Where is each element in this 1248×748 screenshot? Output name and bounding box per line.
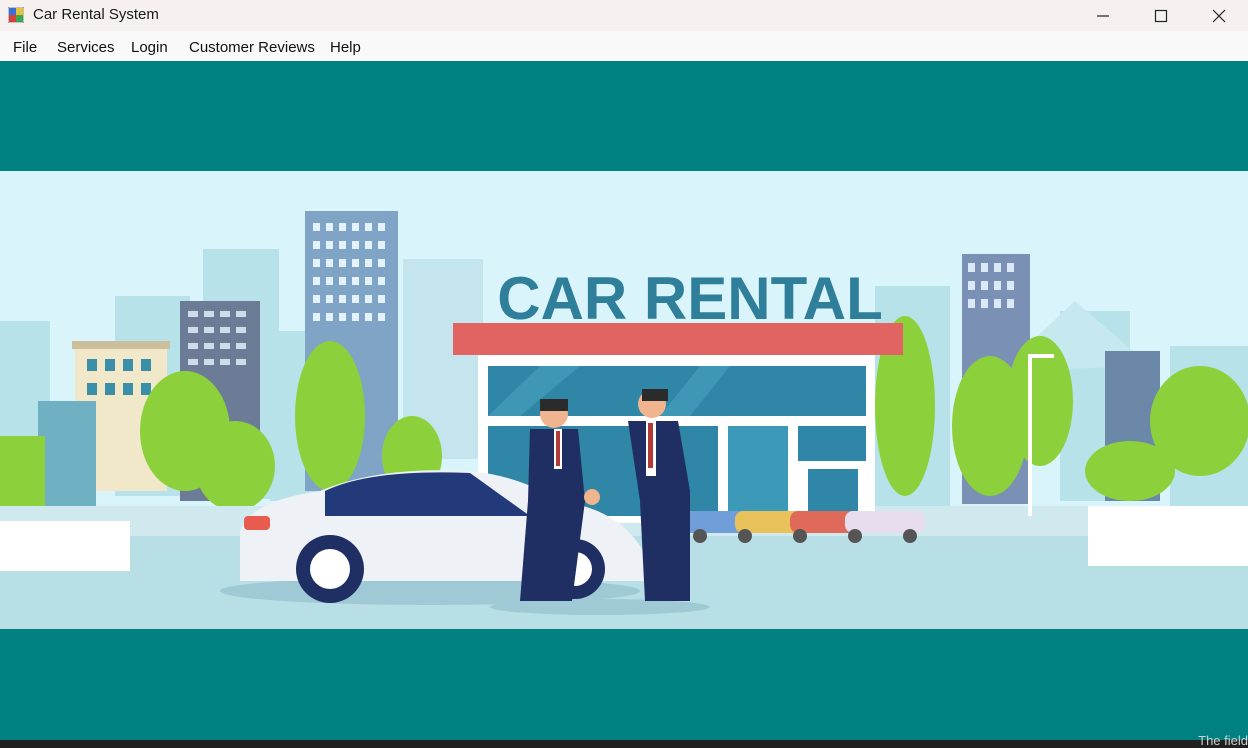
close-icon bbox=[1212, 9, 1226, 22]
menu-help[interactable]: Help bbox=[330, 39, 361, 56]
maximize-icon bbox=[1154, 9, 1168, 22]
menu-file[interactable]: File bbox=[13, 39, 37, 56]
minimize-icon bbox=[1097, 14, 1109, 17]
window-title: Car Rental System bbox=[33, 6, 159, 23]
app-window: Car Rental System File Services Login Cu… bbox=[0, 0, 1248, 740]
sign-text: CAR RENTAL bbox=[497, 265, 883, 332]
menu-login[interactable]: Login bbox=[131, 39, 168, 56]
car-rental-banner-image: CAR RENTAL bbox=[0, 171, 1248, 629]
maximize-button[interactable] bbox=[1132, 0, 1190, 31]
app-icon bbox=[8, 7, 24, 23]
title-bar[interactable]: Car Rental System bbox=[0, 0, 1248, 31]
menu-bar: File Services Login Customer Reviews Hel… bbox=[0, 31, 1248, 61]
taskbar-text-fragment: The field bbox=[1198, 733, 1248, 748]
taskbar-strip bbox=[0, 740, 1248, 745]
minimize-button[interactable] bbox=[1074, 0, 1132, 31]
menu-customer-reviews[interactable]: Customer Reviews bbox=[189, 39, 315, 56]
close-button[interactable] bbox=[1190, 0, 1248, 31]
menu-services[interactable]: Services bbox=[57, 39, 115, 56]
